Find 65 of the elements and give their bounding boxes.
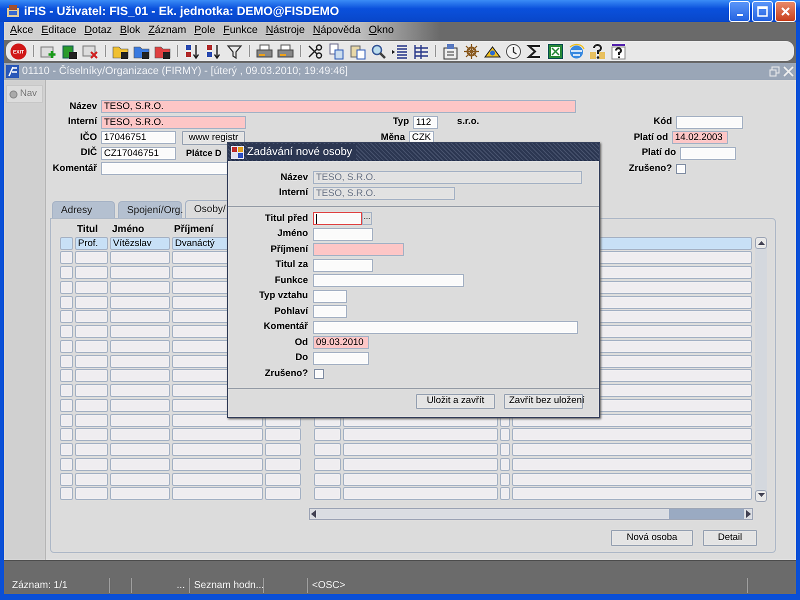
tab[interactable]: Adresy — [52, 200, 115, 218]
form-window-title: 01110 - Číselníky/Organizace (FIRMY) - [úterý , 09.03.2010; 19:49:46] — [22, 64, 349, 79]
input-field[interactable]: 112 — [413, 116, 438, 129]
menu-item[interactable]: Funkce — [219, 23, 262, 39]
type-name-text: s.r.o. — [457, 115, 480, 130]
field-label: Pohlaví — [273, 304, 310, 319]
record-status: Záznam: 1/1 — [8, 578, 110, 592]
lookup-button[interactable]: ... — [362, 212, 372, 226]
field-label: Titul před — [264, 212, 309, 226]
window-title: iFIS - Uživatel: FIS_01 - Ek. jednotka: DEMO@FISDEMO — [24, 3, 340, 20]
menu-item[interactable]: Akce — [6, 23, 38, 39]
input-field[interactable]: 09.03.2010 — [313, 336, 369, 350]
table-cell: Prof. — [75, 236, 108, 250]
menu-item[interactable]: Pole — [190, 23, 220, 39]
dialog-button[interactable]: Uložit a zavřít — [416, 394, 495, 408]
field-label: Typ vztahu — [258, 289, 309, 304]
field-label: Komentář — [52, 162, 98, 176]
field-label: Zrušeno? — [628, 162, 673, 176]
table-cell: Vítězslav — [110, 236, 170, 250]
field-label: Měna — [380, 130, 406, 145]
column-header: Jméno — [111, 222, 146, 236]
field-label: Typ — [392, 115, 410, 130]
menu-item[interactable]: Blok — [116, 23, 144, 39]
column-header: Příjmení — [173, 222, 215, 236]
field-label: Titul za — [274, 258, 310, 272]
field-label: Od — [294, 336, 309, 350]
menu-item[interactable]: Editace — [37, 23, 80, 39]
field-label: Interní — [278, 186, 310, 200]
field-label: Příjmení — [270, 242, 310, 257]
input-field[interactable]: TESO, S.R.O. — [101, 116, 246, 129]
list-status: Seznam hodn... — [190, 578, 264, 592]
registry-button[interactable]: www registr — [182, 130, 245, 145]
field-label: Jméno — [276, 227, 309, 242]
field-label: Komentář — [262, 320, 309, 334]
input-field: TESO, S.R.O. — [313, 186, 455, 200]
tab[interactable]: Spojení/Org. — [118, 200, 182, 218]
field-label: Název — [68, 100, 98, 114]
field-label: Funkce — [274, 274, 309, 288]
input-field[interactable]: CZ17046751 — [101, 146, 176, 160]
menu-item[interactable]: Nápověda — [308, 23, 365, 39]
more-indicator: ... — [132, 578, 190, 592]
menu-item[interactable]: Dotaz — [80, 23, 116, 39]
menu-item[interactable]: Okno — [364, 23, 398, 39]
input-field[interactable]: 17046751 — [101, 131, 176, 144]
field-label: Platí od — [632, 130, 669, 145]
input-field[interactable]: TESO, S.R.O. — [101, 100, 576, 114]
dialog-title: Zadávání nové osoby — [247, 144, 356, 160]
column-header: Titul — [76, 222, 99, 236]
field-label: IČO — [79, 130, 98, 145]
field-label: Interní — [66, 115, 98, 130]
field-label: Platí do — [640, 146, 677, 160]
field-label: Plátce D — [186, 146, 223, 160]
panel-button[interactable]: Nová osoba — [611, 530, 693, 546]
panel-button[interactable]: Detail — [703, 530, 757, 546]
field-label: Do — [294, 351, 309, 366]
mode-status: <OSC> — [308, 578, 748, 592]
dialog-button[interactable]: Zavřít bez uložení — [504, 394, 583, 408]
field-label: Kód — [652, 115, 673, 130]
input-field: TESO, S.R.O. — [313, 171, 582, 184]
field-label: DIČ — [80, 146, 98, 160]
menu-item[interactable]: Nástroje — [262, 23, 309, 39]
input-field[interactable]: 14.02.2003 — [672, 131, 728, 144]
field-label: Zrušeno? — [264, 366, 309, 381]
menu-item[interactable]: Záznam — [144, 23, 190, 39]
field-label: Název — [280, 170, 309, 185]
